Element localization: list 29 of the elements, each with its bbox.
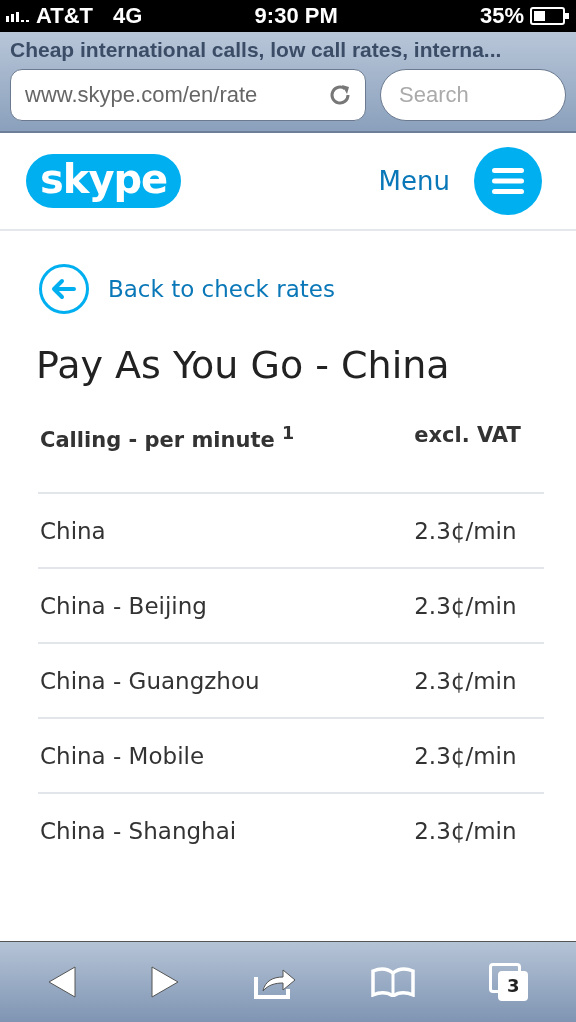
rate-cell: 2.3¢/min <box>412 718 544 793</box>
column-header: excl. VAT <box>412 423 544 493</box>
battery-icon <box>530 7 570 25</box>
network-type: 4G <box>113 3 143 29</box>
forward-icon[interactable] <box>149 966 180 998</box>
book-icon[interactable] <box>370 967 417 997</box>
destination-cell: China - Shanghai <box>38 793 413 867</box>
clock-time: 9:30 PM <box>254 3 338 29</box>
rate-cell: 2.3¢/min <box>412 568 544 643</box>
search-field[interactable]: Search <box>380 69 566 121</box>
url-field[interactable]: www.skype.com/en/rate <box>10 69 366 121</box>
rate-cell: 2.3¢/min <box>412 793 544 867</box>
rate-cell: 2.3¢/min <box>412 493 544 568</box>
menu-link[interactable]: Menu <box>378 166 450 196</box>
destination-cell: China <box>38 493 413 568</box>
back-link[interactable]: Back to check rates <box>108 276 335 302</box>
destination-cell: China - Beijing <box>38 568 413 643</box>
menu-icon <box>492 168 524 194</box>
page-title: Cheap international calls, low call rates, interna... <box>10 38 503 62</box>
signal-icon <box>6 10 30 22</box>
destination-cell: China - Guangzhou <box>38 643 413 718</box>
carrier-name: AT&T <box>36 3 94 29</box>
back-icon[interactable] <box>46 966 77 998</box>
page-heading: Pay As You Go - China <box>36 343 451 387</box>
column-header: Calling - per minute $^{1}$ <box>38 423 413 493</box>
rate-cell: 2.3¢/min <box>412 643 544 718</box>
logo[interactable]: skype <box>26 154 182 208</box>
battery-percent: 35% <box>479 3 524 29</box>
destination-cell: China - Mobile <box>38 718 413 793</box>
